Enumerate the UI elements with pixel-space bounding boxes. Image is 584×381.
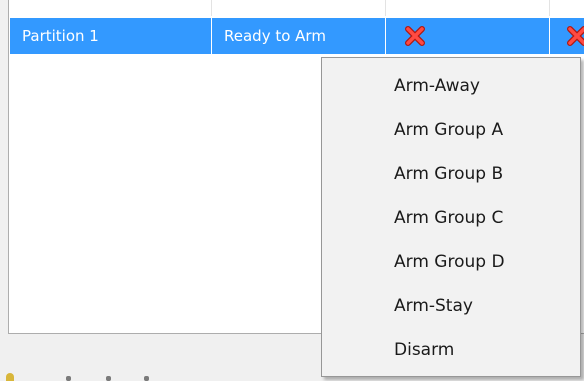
menu-item-arm-group-d[interactable]: Arm Group D bbox=[324, 244, 578, 280]
partition-name: Partition 1 bbox=[22, 27, 99, 45]
menu-item-arm-away[interactable]: Arm-Away bbox=[324, 68, 578, 104]
status-icon bbox=[6, 373, 14, 381]
menu-item-arm-group-a[interactable]: Arm Group A bbox=[324, 112, 578, 148]
red-x-icon bbox=[405, 26, 425, 46]
menu-item-arm-group-c[interactable]: Arm Group C bbox=[324, 200, 578, 236]
red-x-icon bbox=[567, 26, 584, 46]
app-window: Partition 1 Ready to Arm Arm-Away Arm Gr… bbox=[0, 0, 584, 381]
menu-item-arm-stay[interactable]: Arm-Stay bbox=[324, 288, 578, 324]
list-header bbox=[9, 0, 584, 16]
partition-name-cell[interactable]: Partition 1 bbox=[10, 18, 212, 54]
arm-context-menu: Arm-Away Arm Group A Arm Group B Arm Gro… bbox=[321, 57, 581, 377]
partition-row-selected[interactable]: Partition 1 Ready to Arm bbox=[10, 18, 584, 54]
header-divider[interactable] bbox=[211, 0, 212, 16]
status-cell-1[interactable] bbox=[386, 18, 550, 54]
menu-item-arm-group-b[interactable]: Arm Group B bbox=[324, 156, 578, 192]
header-divider[interactable] bbox=[385, 0, 386, 16]
menu-item-disarm[interactable]: Disarm bbox=[324, 332, 578, 368]
partition-status: Ready to Arm bbox=[224, 27, 326, 45]
header-divider[interactable] bbox=[549, 0, 550, 16]
partition-status-cell[interactable]: Ready to Arm bbox=[212, 18, 386, 54]
status-text-fragment bbox=[66, 376, 186, 381]
status-cell-2[interactable] bbox=[550, 18, 584, 54]
